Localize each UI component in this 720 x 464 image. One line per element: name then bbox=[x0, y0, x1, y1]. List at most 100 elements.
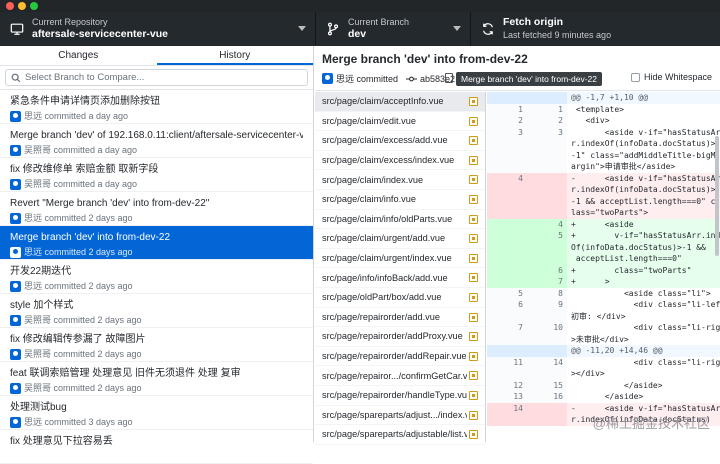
file-path: src/page/spareparts/adjustable/list.vue bbox=[322, 429, 467, 440]
changed-file-item[interactable]: src/page/info/infoBack/add.vue bbox=[315, 268, 485, 288]
commit-item-title: style 加个样式 bbox=[10, 300, 74, 311]
history-sidebar: Changes History Select Branch to Compare… bbox=[0, 46, 314, 464]
avatar bbox=[10, 349, 21, 360]
commit-item-title: 开发22期迭代 bbox=[10, 266, 72, 277]
file-path: src/page/claim/urgent/index.vue bbox=[322, 253, 452, 264]
commit-item-author: 吴照哥 committed 2 days ago bbox=[24, 315, 142, 325]
changed-file-item[interactable]: src/page/claim/info/oldParts.vue bbox=[315, 210, 485, 230]
new-line-number: 1 bbox=[527, 103, 567, 115]
tab-changes[interactable]: Changes bbox=[0, 46, 157, 65]
search-icon bbox=[11, 73, 21, 82]
changed-file-item[interactable]: src/page/repairorder/handleType.vue bbox=[315, 386, 485, 406]
modified-status-icon bbox=[469, 136, 478, 146]
changed-file-item[interactable]: src/page/claim/excess/add.vue bbox=[315, 131, 485, 151]
branch-name: dev bbox=[348, 28, 367, 40]
changed-file-item[interactable]: src/page/repairorder/add.vue bbox=[315, 308, 485, 328]
commit-list-item[interactable]: Merge branch 'dev' into from-dev-22 思远 co… bbox=[0, 226, 313, 260]
new-line-number: 8 bbox=[527, 287, 567, 299]
file-path: src/page/repairor.../confirmGetCar.vue bbox=[322, 370, 467, 381]
modified-status-icon bbox=[469, 194, 478, 204]
close-window-button[interactable] bbox=[6, 2, 14, 10]
file-path: src/page/claim/urgent/add.vue bbox=[322, 233, 446, 244]
commit-list-item[interactable]: style 加个样式吴照哥 committed 2 days ago bbox=[0, 294, 313, 328]
diff-code: <aside class="li"> bbox=[571, 288, 711, 298]
hide-whitespace-toggle[interactable]: Hide Whitespace bbox=[630, 72, 712, 82]
changed-file-item[interactable]: src/page/repairor.../confirmGetCar.vue bbox=[315, 366, 485, 386]
commit-list-item[interactable]: 开发22期迭代 思远 committed 2 days ago bbox=[0, 260, 313, 294]
commit-list-item[interactable]: fix 修改编辑传参漏了 故障图片 吴照哥 committed 2 days ag… bbox=[0, 328, 313, 362]
old-line-number bbox=[487, 230, 527, 265]
commit-item-meta: 吴照哥 committed a day ago bbox=[10, 178, 303, 191]
branch-label: Current Branch bbox=[348, 17, 410, 27]
diff-code: </aside> bbox=[571, 380, 663, 390]
old-line-number bbox=[487, 218, 527, 230]
diff-line: @@ -11,20 +14,46 @@ bbox=[487, 345, 720, 357]
file-path: src/page/claim/index.vue bbox=[322, 174, 424, 185]
diff-code: <div class="li-right" ></div> bbox=[571, 357, 720, 379]
changed-file-item[interactable]: src/page/claim/edit.vue bbox=[315, 112, 485, 132]
changed-file-item[interactable]: src/page/claim/info.vue bbox=[315, 190, 485, 210]
commit-item-meta: 吴照哥 committed 2 days ago bbox=[10, 348, 303, 361]
compare-branch-input[interactable]: Select Branch to Compare... bbox=[5, 69, 308, 86]
avatar bbox=[10, 213, 21, 224]
commit-list-item[interactable]: fix 修改维修单 索赔金额 取新字段 吴照哥 committed a day a… bbox=[0, 158, 313, 192]
changed-file-item[interactable]: src/page/claim/excess/index.vue bbox=[315, 151, 485, 171]
tab-history[interactable]: History bbox=[156, 46, 313, 65]
commit-list-item[interactable]: 处理测试bug 思远 committed 3 days ago bbox=[0, 396, 313, 430]
modified-status-icon bbox=[469, 116, 478, 126]
new-line-number: 4 bbox=[527, 218, 567, 230]
commit-item-title: 处理测试bug bbox=[10, 402, 67, 413]
commit-list-item[interactable]: Merge branch 'dev' of 192.168.0.11:clien… bbox=[0, 124, 313, 158]
current-branch-button[interactable]: Current Branch dev bbox=[316, 12, 471, 46]
old-line-number: 2 bbox=[487, 115, 527, 127]
new-line-number: 16 bbox=[527, 391, 567, 403]
modified-status-icon bbox=[469, 312, 478, 322]
changed-file-item[interactable]: src/page/claim/acceptInfo.vue bbox=[315, 92, 485, 112]
commit-list-item[interactable]: fix 处理意见下拉容易丢 bbox=[0, 430, 313, 464]
compare-branch-placeholder: Select Branch to Compare... bbox=[25, 72, 145, 83]
commit-item-meta: 吴照哥 committed a day ago bbox=[10, 144, 303, 157]
avatar bbox=[10, 111, 21, 122]
zoom-window-button[interactable] bbox=[30, 2, 38, 10]
modified-status-icon bbox=[469, 253, 478, 263]
new-line-number: 3 bbox=[527, 126, 567, 173]
sidebar-tabs: Changes History bbox=[0, 46, 313, 66]
old-line-number: 12 bbox=[487, 379, 527, 391]
commit-item-author: 吴照哥 committed a day ago bbox=[24, 179, 138, 189]
changed-file-item[interactable]: src/page/claim/urgent/add.vue bbox=[315, 229, 485, 249]
hide-whitespace-checkbox[interactable] bbox=[630, 72, 640, 82]
window-titlebar bbox=[0, 0, 720, 12]
file-path: src/page/repairorder/handleType.vue bbox=[322, 390, 467, 401]
old-line-number: 3 bbox=[487, 126, 527, 173]
diff-scrollbar[interactable] bbox=[715, 136, 719, 256]
commit-list-item[interactable]: 紧急条件申请详情页添加删除按钮思远 committed a day ago bbox=[0, 90, 313, 124]
modified-status-icon bbox=[469, 371, 478, 381]
minimize-window-button[interactable] bbox=[18, 2, 26, 10]
commit-list-item[interactable]: Revert "Merge branch 'dev' into from-dev… bbox=[0, 192, 313, 226]
repository-name: aftersale-servicecenter-vue bbox=[32, 28, 168, 40]
changed-file-item[interactable]: src/page/repairorder/addRepair.vue bbox=[315, 347, 485, 367]
repository-label: Current Repository bbox=[32, 17, 108, 27]
commit-item-author: 吴照哥 committed a day ago bbox=[24, 145, 138, 155]
file-path: src/page/oldPart/box/add.vue bbox=[322, 292, 442, 303]
current-repository-button[interactable]: Current Repository aftersale-servicecent… bbox=[0, 12, 316, 46]
old-line-number bbox=[487, 264, 527, 276]
diff-code: <aside v-if="hasStatusAr r.indexOf(infoD… bbox=[571, 127, 720, 172]
changed-file-item[interactable]: src/page/claim/index.vue bbox=[315, 170, 485, 190]
avatar bbox=[10, 315, 21, 326]
commit-list-item[interactable]: feat 联调索赔管理 处理意见 旧件无须退件 处理 复审吴照哥 committ… bbox=[0, 362, 313, 396]
changed-file-item[interactable]: src/page/oldPart/box/add.vue bbox=[315, 288, 485, 308]
changed-file-item[interactable]: src/page/spareparts/adjust.../index.vue bbox=[315, 406, 485, 426]
commit-item-title: 紧急条件申请详情页添加删除按钮 bbox=[10, 96, 160, 107]
commit-item-author: 思远 committed 2 days ago bbox=[24, 247, 133, 257]
changed-file-item[interactable]: src/page/repairorder/addProxy.vue bbox=[315, 327, 485, 347]
commit-item-author: 吴照哥 committed 2 days ago bbox=[24, 383, 142, 393]
commit-item-author: 思远 committed a day ago bbox=[24, 111, 129, 121]
commit-item-title: feat 联调索赔管理 处理意见 旧件无须退件 处理 复审 bbox=[10, 368, 241, 379]
avatar bbox=[322, 73, 333, 84]
diff-line: 5 + v-if="hasStatusArr.index Of(infoData.… bbox=[487, 230, 720, 265]
commit-item-meta: 吴照哥 committed 2 days ago bbox=[10, 382, 303, 395]
file-path: src/page/claim/info/oldParts.vue bbox=[322, 213, 453, 224]
fetch-origin-button[interactable]: Fetch origin Last fetched 9 minutes ago bbox=[471, 12, 720, 46]
changed-file-item[interactable]: src/page/claim/urgent/index.vue bbox=[315, 249, 485, 269]
